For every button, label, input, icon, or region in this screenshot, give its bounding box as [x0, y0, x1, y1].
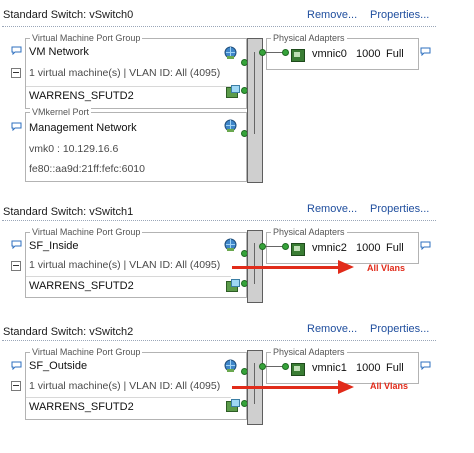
port-group-name: Management Network: [29, 122, 137, 134]
switch-title: Standard Switch: vSwitch2: [3, 326, 134, 338]
annotation-label: All Vlans: [370, 381, 409, 391]
remove-link[interactable]: Remove...: [307, 203, 357, 215]
adapter-speed: 1000: [356, 242, 381, 254]
virtual-machine-icon: [226, 399, 240, 412]
vmkernel-ipv6: fe80::aa9d:21ff:fefc:6010: [29, 163, 145, 175]
vm-port-group[interactable]: Virtual Machine Port Group SF_Outside 1 …: [25, 346, 247, 420]
port-group-name: VM Network: [29, 46, 89, 58]
adapters-title: Physical Adapters: [271, 32, 347, 44]
vswitch2-panel: Standard Switch: vSwitch2 Remove... Prop…: [0, 323, 474, 453]
adapters-title: Physical Adapters: [271, 226, 347, 238]
properties-link[interactable]: Properties...: [370, 9, 429, 21]
properties-link[interactable]: Properties...: [370, 203, 429, 215]
divider: [2, 340, 436, 341]
adapter-speed: 1000: [356, 362, 381, 374]
adapter-name: vmnic0: [312, 48, 347, 60]
port-dot: [282, 243, 289, 250]
speech-bubble-icon[interactable]: [420, 47, 431, 56]
vswitch1-panel: Standard Switch: vSwitch1 Remove... Prop…: [0, 203, 474, 333]
vmkernel-ip: vmk0 : 10.129.16.6: [29, 143, 119, 155]
annotation-label: All Vlans: [367, 263, 406, 273]
collapse-minus-icon[interactable]: [11, 381, 21, 391]
switch-title: Standard Switch: vSwitch0: [3, 9, 134, 21]
port-group-kind: Virtual Machine Port Group: [30, 346, 143, 358]
adapter-duplex: Full: [386, 48, 404, 60]
bus-line: [254, 52, 255, 134]
port-dot: [259, 363, 266, 370]
adapter-name: vmnic1: [312, 362, 347, 374]
port-group-name: SF_Outside: [29, 360, 88, 372]
port-group-kind: VMkernel Port: [30, 106, 92, 118]
port-dot: [259, 243, 266, 250]
vm-port-group[interactable]: Virtual Machine Port Group SF_Inside 1 v…: [25, 226, 247, 298]
divider: [2, 26, 436, 27]
network-adapter-icon: [291, 363, 305, 376]
network-globe-icon: [224, 238, 237, 251]
virtual-machine-icon: [226, 279, 240, 292]
separator: [26, 397, 231, 398]
adapter-duplex: Full: [386, 242, 404, 254]
bus-line: [254, 363, 255, 404]
collapse-minus-icon[interactable]: [11, 68, 21, 78]
speech-bubble-icon[interactable]: [11, 240, 22, 249]
network-globe-icon: [224, 119, 237, 132]
port-dot: [259, 49, 266, 56]
port-group-info: 1 virtual machine(s) | VLAN ID: All (409…: [29, 380, 221, 392]
port-group-info: 1 virtual machine(s) | VLAN ID: All (409…: [29, 259, 221, 271]
port-group-name: SF_Inside: [29, 240, 79, 252]
adapters-title: Physical Adapters: [271, 346, 347, 358]
vm-port-group[interactable]: Virtual Machine Port Group VM Network 1 …: [25, 32, 247, 109]
remove-link[interactable]: Remove...: [307, 9, 357, 21]
collapse-minus-icon[interactable]: [11, 261, 21, 271]
speech-bubble-icon[interactable]: [11, 46, 22, 55]
adapter-speed: 1000: [356, 48, 381, 60]
annotation-arrow: [232, 266, 340, 269]
network-globe-icon: [224, 359, 237, 372]
port-group-kind: Virtual Machine Port Group: [30, 32, 143, 44]
speech-bubble-icon[interactable]: [420, 361, 431, 370]
network-globe-icon: [224, 46, 237, 59]
vm-name: WARRENS_SFUTD2: [29, 401, 134, 413]
annotation-arrow: [232, 386, 340, 389]
bus-line: [254, 243, 255, 284]
speech-bubble-icon[interactable]: [11, 122, 22, 131]
port-dot: [282, 49, 289, 56]
port-dot: [282, 363, 289, 370]
physical-adapters-group[interactable]: Physical Adapters vmnic0 1000 Full: [266, 32, 419, 70]
separator: [26, 86, 231, 87]
annotation-arrowhead: [338, 380, 354, 394]
adapter-name: vmnic2: [312, 242, 347, 254]
port-group-kind: Virtual Machine Port Group: [30, 226, 143, 238]
vswitch-bus: [247, 38, 263, 183]
vmkernel-port-group[interactable]: VMkernel Port Management Network vmk0 : …: [25, 106, 247, 182]
virtual-machine-icon: [226, 85, 240, 98]
speech-bubble-icon[interactable]: [420, 241, 431, 250]
network-adapter-icon: [291, 49, 305, 62]
separator: [26, 276, 231, 277]
vm-name: WARRENS_SFUTD2: [29, 90, 134, 102]
properties-link[interactable]: Properties...: [370, 323, 429, 335]
vswitch0-panel: Standard Switch: vSwitch0 Remove... Prop…: [0, 9, 474, 183]
remove-link[interactable]: Remove...: [307, 323, 357, 335]
speech-bubble-icon[interactable]: [11, 361, 22, 370]
annotation-arrowhead: [338, 260, 354, 274]
port-group-info: 1 virtual machine(s) | VLAN ID: All (409…: [29, 67, 221, 79]
switch-title: Standard Switch: vSwitch1: [3, 206, 134, 218]
divider: [2, 220, 436, 221]
network-adapter-icon: [291, 243, 305, 256]
adapter-duplex: Full: [386, 362, 404, 374]
vm-name: WARRENS_SFUTD2: [29, 280, 134, 292]
